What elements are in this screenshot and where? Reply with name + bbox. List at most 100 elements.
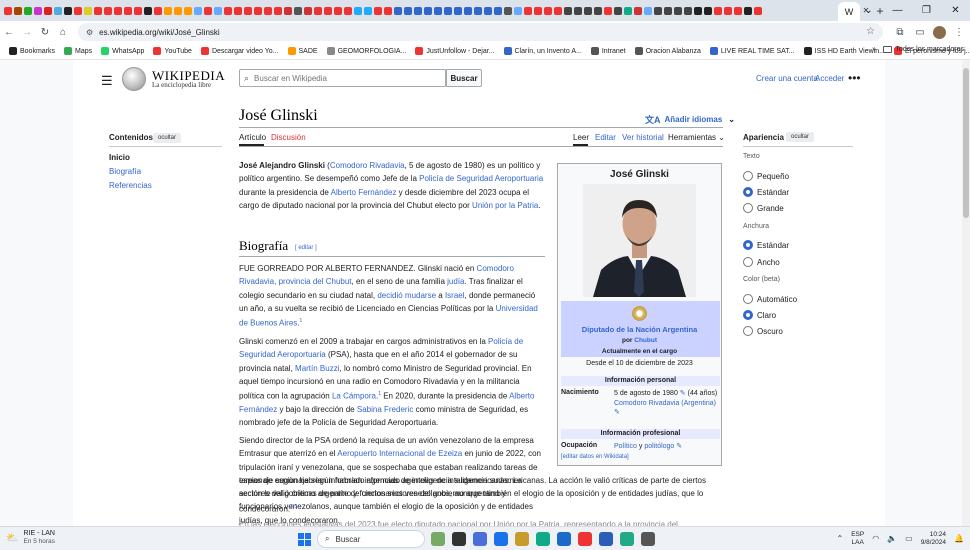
tab-favicon[interactable] — [614, 6, 622, 15]
taskbar-app-icon[interactable] — [620, 532, 634, 546]
tab-favicon[interactable] — [634, 6, 642, 15]
tab-favicon[interactable] — [124, 6, 132, 15]
reference-link[interactable]: 2 3 — [290, 504, 297, 510]
tab-favicon[interactable] — [264, 6, 272, 15]
tab-favicon[interactable] — [94, 6, 102, 15]
tab-leer[interactable]: Leer — [573, 133, 589, 142]
tab-favicon[interactable] — [414, 6, 422, 15]
maximize-button[interactable]: ❐ — [912, 5, 941, 16]
tab-favicon[interactable] — [24, 6, 32, 15]
bookmark-item[interactable]: Oracion Alabanza — [634, 47, 701, 55]
tab-favicon[interactable] — [314, 6, 322, 15]
tab-favicon[interactable] — [484, 6, 492, 15]
tab-favicon[interactable] — [74, 6, 82, 15]
tab-favicon[interactable] — [354, 6, 362, 15]
tab-favicon[interactable] — [384, 6, 392, 15]
radio-width-estandar[interactable]: Estándar — [743, 240, 789, 250]
home-icon[interactable]: ⌂ — [54, 27, 72, 38]
tab-favicon[interactable] — [284, 6, 292, 15]
tab-favicon[interactable] — [294, 6, 302, 15]
portrait-photo[interactable] — [583, 184, 696, 297]
tab-favicon[interactable] — [304, 6, 312, 15]
link-alberto-fernandez[interactable]: Alberto Fernández — [331, 188, 397, 197]
tab-favicon[interactable] — [134, 6, 142, 15]
taskbar-app-icon[interactable] — [641, 532, 655, 546]
tab-favicon[interactable] — [274, 6, 282, 15]
link-politologo[interactable]: politólogo — [644, 443, 674, 450]
forward-icon[interactable]: → — [18, 27, 36, 38]
tab-favicon[interactable] — [44, 6, 52, 15]
tab-favicon[interactable] — [544, 6, 552, 15]
radio-text-estandar[interactable]: Estándar — [743, 187, 789, 197]
close-window-button[interactable]: ✕ — [941, 5, 970, 16]
tab-favicon[interactable] — [84, 6, 92, 15]
extensions-icon[interactable]: ⧉ — [893, 27, 907, 38]
radio-color-automatico[interactable]: Automático — [743, 294, 797, 304]
link-union-por-la-patria[interactable]: Unión por la Patria — [472, 201, 538, 210]
tab-favicon[interactable] — [584, 6, 592, 15]
edit-wikidata-link[interactable]: [editar datos en Wikidata] — [561, 454, 629, 460]
tab-favicon[interactable] — [444, 6, 452, 15]
all-bookmarks-button[interactable]: Todos los marcadores — [882, 46, 964, 53]
search-field[interactable]: ⌕ — [239, 69, 446, 87]
tab-favicon[interactable] — [434, 6, 442, 15]
pencil-icon[interactable]: ✎ — [676, 443, 682, 450]
tab-favicon[interactable] — [4, 6, 12, 15]
toc-item-referencias[interactable]: Referencias — [109, 181, 152, 190]
main-menu-icon[interactable]: ☰ — [101, 73, 113, 89]
tab-favicon[interactable] — [394, 6, 402, 15]
taskbar-app-icon[interactable] — [431, 532, 445, 546]
tab-favicon[interactable] — [704, 6, 712, 15]
profile-avatar[interactable] — [933, 25, 946, 39]
tab-favicon[interactable] — [734, 6, 742, 15]
taskbar-app-icon[interactable] — [473, 532, 487, 546]
bookmark-item[interactable]: Descargar video Yo... — [200, 47, 279, 55]
tab-favicon[interactable] — [454, 6, 462, 15]
tab-favicon[interactable] — [104, 6, 112, 15]
tab-favicon[interactable] — [564, 6, 572, 15]
pencil-icon[interactable]: ✎ — [680, 390, 686, 397]
radio-text-grande[interactable]: Grande — [743, 203, 784, 213]
link-judia[interactable]: judía — [447, 277, 464, 286]
scroll-thumb[interactable] — [963, 68, 969, 218]
tab-editar[interactable]: Editar — [595, 133, 616, 142]
tab-favicon[interactable] — [674, 6, 682, 15]
tab-favicon[interactable] — [64, 6, 72, 15]
link-aeropuerto-ezeiza[interactable]: Aeropuerto Internacional de Ezeiza — [337, 449, 462, 458]
create-account-link[interactable]: Crear una cuenta — [756, 74, 818, 83]
tab-favicon[interactable] — [554, 6, 562, 15]
tab-search-button[interactable]: ⌄ — [854, 5, 883, 16]
chevron-up-icon[interactable]: ⌃ — [836, 534, 843, 543]
tab-favicon[interactable] — [644, 6, 652, 15]
link-la-campora[interactable]: La Cámpora — [332, 392, 376, 401]
section-edit-link[interactable]: [ editar ] — [295, 245, 317, 251]
tab-favicon[interactable] — [164, 6, 172, 15]
tab-favicon[interactable] — [504, 6, 512, 15]
link-israel[interactable]: Israel — [445, 291, 465, 300]
taskbar-app-icon[interactable] — [452, 532, 466, 546]
bookmark-item[interactable]: Maps — [64, 47, 92, 55]
login-link[interactable]: Acceder — [815, 74, 844, 83]
address-bar[interactable]: ⚙ es.wikipedia.org/wiki/José_Glinski ☆ — [78, 23, 883, 41]
more-bookmarks-button[interactable]: » — [872, 46, 876, 53]
radio-text-pequeno[interactable]: Pequeño — [743, 171, 789, 181]
tab-favicon[interactable] — [364, 6, 372, 15]
appearance-hide-button[interactable]: ocultar — [786, 132, 814, 142]
tab-favicon[interactable] — [744, 6, 752, 15]
tab-favicon[interactable] — [624, 6, 632, 15]
tab-favicon[interactable] — [714, 6, 722, 15]
tab-favicon[interactable] — [574, 6, 582, 15]
tab-favicon[interactable] — [684, 6, 692, 15]
minimize-button[interactable]: — — [883, 5, 912, 16]
search-input[interactable] — [254, 73, 435, 83]
tab-favicon[interactable] — [254, 6, 262, 15]
radio-color-claro[interactable]: Claro — [743, 310, 776, 320]
taskbar-app-icon[interactable] — [578, 532, 592, 546]
link-chubut[interactable]: Chubut — [634, 337, 657, 344]
sidepanel-icon[interactable]: ▭ — [913, 27, 927, 38]
tab-favicon[interactable] — [184, 6, 192, 15]
tab-herramientas[interactable]: Herramientas ⌄ — [668, 133, 725, 142]
taskbar-app-icon[interactable] — [557, 532, 571, 546]
tab-favicon[interactable] — [114, 6, 122, 15]
page-scrollbar[interactable] — [962, 60, 970, 526]
